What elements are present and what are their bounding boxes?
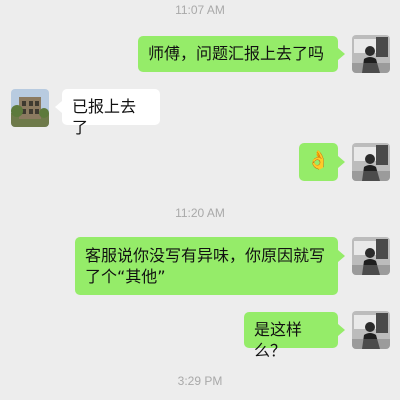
- message-bubble-outgoing[interactable]: 👌: [299, 143, 338, 181]
- contact-avatar[interactable]: [11, 89, 49, 127]
- timestamp: 11:20 AM: [175, 206, 225, 220]
- message-text: 师傅，问题汇报上去了吗: [148, 44, 325, 63]
- bubble-tail: [338, 156, 345, 168]
- bubble-tail: [55, 101, 62, 113]
- message-text: 已报上去了: [72, 97, 137, 137]
- message-text: 客服说你没写有异味，你原因就写了个“其他”: [85, 246, 326, 286]
- bubble-tail: [338, 48, 345, 60]
- message-text: 是这样么？: [254, 320, 303, 360]
- message-bubble-outgoing[interactable]: 客服说你没写有异味，你原因就写了个“其他”: [75, 237, 338, 295]
- timestamp: 3:29 PM: [177, 374, 223, 388]
- message-bubble-outgoing[interactable]: 是这样么？: [244, 312, 338, 360]
- self-avatar[interactable]: [352, 311, 390, 349]
- bubble-tail: [338, 324, 345, 336]
- ok-hand-icon: 👌: [307, 150, 330, 171]
- self-avatar[interactable]: [352, 35, 390, 73]
- bubble-tail: [338, 250, 345, 262]
- timestamp: 11:07 AM: [175, 3, 225, 17]
- message-bubble-incoming[interactable]: 已报上去了: [62, 89, 160, 137]
- message-bubble-outgoing[interactable]: 师傅，问题汇报上去了吗: [138, 36, 338, 72]
- self-avatar[interactable]: [352, 237, 390, 275]
- self-avatar[interactable]: [352, 143, 390, 181]
